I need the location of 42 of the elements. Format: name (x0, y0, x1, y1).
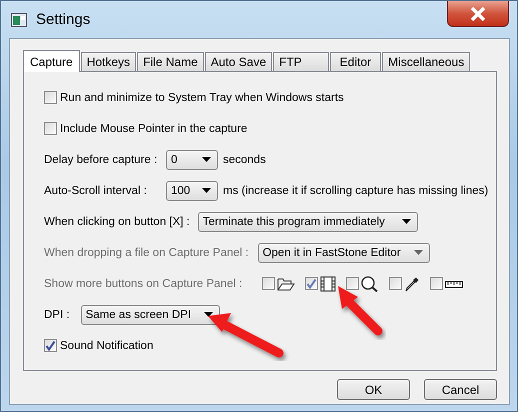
annotation-arrow (338, 286, 382, 336)
tab[interactable]: FTP (273, 52, 329, 71)
unit-label: seconds (223, 154, 266, 166)
checkbox[interactable] (44, 91, 57, 104)
checkbox-label: Include Mouse Pointer in the capture (60, 122, 248, 134)
dropdown[interactable]: 100 (166, 180, 218, 200)
field-label: DPI : (44, 308, 70, 320)
dialog-button[interactable]: OK (337, 379, 410, 400)
close-button[interactable] (447, 1, 509, 27)
tab[interactable]: File Name (137, 52, 204, 71)
caret-icon (202, 157, 211, 162)
field-label: Delay before capture : (44, 154, 158, 166)
checkbox-label: Sound Notification (60, 340, 154, 352)
checkbox[interactable] (44, 339, 57, 352)
film-icon (320, 276, 336, 292)
tab[interactable]: Auto Save (204, 52, 272, 71)
tab[interactable]: Hotkeys (80, 52, 136, 71)
eyedropper-icon (404, 276, 420, 292)
caret-icon (204, 312, 213, 317)
caret-icon (402, 219, 411, 224)
app-icon (11, 12, 27, 26)
checkbox[interactable] (44, 122, 57, 135)
magnifier-icon (361, 276, 380, 292)
field-label: When dropping a file on Capture Panel : (44, 246, 249, 258)
field-label: When clicking on button [X] : (44, 216, 190, 228)
checkbox-label: Run and minimize to System Tray when Windows starts (60, 92, 344, 104)
unit-label: ms (increase it if scrolling capture has missing lines) (223, 184, 488, 196)
dialog-button[interactable]: Cancel (424, 379, 497, 400)
field-label: Auto-Scroll interval : (44, 184, 148, 196)
close-icon (470, 6, 486, 20)
field-label: Show more buttons on Capture Panel : (44, 278, 242, 290)
dropdown[interactable]: Terminate this program immediately (198, 212, 418, 232)
tab[interactable]: Capture (23, 50, 80, 72)
tab[interactable]: Editor (330, 52, 382, 71)
dropdown[interactable]: Same as screen DPI (80, 304, 220, 324)
caret-icon (202, 188, 211, 193)
ruler-icon (445, 278, 464, 288)
window-title: Settings (36, 11, 90, 28)
caret-icon (414, 250, 423, 255)
tab[interactable]: Miscellaneous (382, 52, 470, 71)
folder-icon (277, 276, 296, 292)
dropdown[interactable]: 0 (166, 150, 218, 170)
